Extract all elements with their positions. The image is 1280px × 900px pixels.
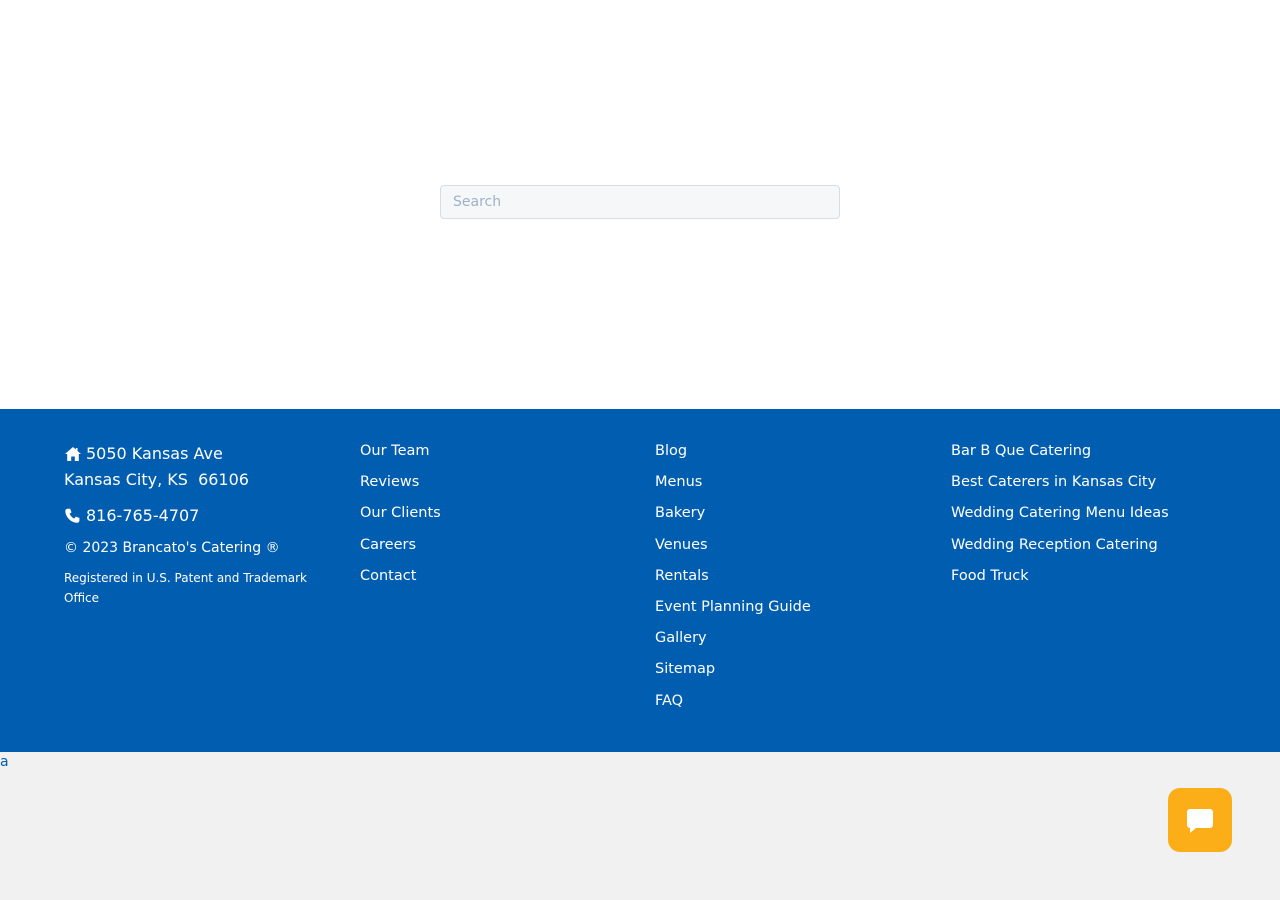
footer-link-item: Venues (655, 535, 915, 566)
address-line-2: Kansas City, KS 66106 (64, 467, 324, 493)
footer-link-item: Gallery (655, 628, 915, 659)
footer-link-menus[interactable]: Menus (655, 474, 702, 490)
footer-services-column: Bar B Que Catering Best Caterers in Kansa… (951, 441, 1251, 597)
footer-link-item: Food Truck (951, 566, 1251, 597)
footer-link-reviews[interactable]: Reviews (360, 474, 419, 490)
footer-link-item: Wedding Catering Menu Ideas (951, 503, 1251, 534)
footer-link-wedding-reception-catering[interactable]: Wedding Reception Catering (951, 537, 1158, 553)
resource-links: Blog Menus Bakery Venues Rentals Event Planni… (655, 441, 915, 722)
address-street: 5050 Kansas Ave (86, 444, 223, 463)
footer-link-event-planning-guide[interactable]: Event Planning Guide (655, 599, 811, 615)
phone-number[interactable]: 816-765-4707 (86, 504, 199, 528)
footer-link-contact[interactable]: Contact (360, 568, 416, 584)
copyright-text: © 2023 Brancato's Catering ® (64, 540, 280, 556)
footer-link-item: Reviews (360, 472, 620, 503)
footer-link-bar-b-que-catering[interactable]: Bar B Que Catering (951, 443, 1091, 459)
footer-link-best-caterers-in-kansas-city[interactable]: Best Caterers in Kansas City (951, 474, 1156, 490)
trademark-text: Registered in U.S. Patent and Trademark … (64, 571, 307, 605)
phone-icon (64, 508, 82, 524)
footer-link-item: Bar B Que Catering (951, 441, 1251, 472)
address-city: Kansas City, KS 66106 (64, 470, 249, 489)
footer-link-item: Our Team (360, 441, 620, 472)
footer-link-item: Bakery (655, 503, 915, 534)
footer-link-food-truck[interactable]: Food Truck (951, 568, 1029, 584)
footer-resources-column: Blog Menus Bakery Venues Rentals Event Planni… (655, 441, 915, 722)
stray-link[interactable]: a (0, 754, 9, 770)
footer-link-careers[interactable]: Careers (360, 537, 416, 553)
footer-link-item: Best Caterers in Kansas City (951, 472, 1251, 503)
footer-link-item: Rentals (655, 566, 915, 597)
footer-link-item: Menus (655, 472, 915, 503)
home-icon (64, 446, 82, 462)
address-line-1: 5050 Kansas Ave (64, 441, 324, 467)
company-links: Our Team Reviews Our Clients Careers Contact (360, 441, 620, 597)
footer-link-item: Blog (655, 441, 915, 472)
search-input[interactable] (440, 185, 840, 219)
footer-link-item: Our Clients (360, 503, 620, 534)
footer-link-item: FAQ (655, 691, 915, 722)
chat-button[interactable] (1168, 788, 1232, 852)
footer-link-our-team[interactable]: Our Team (360, 443, 430, 459)
footer-link-item: Sitemap (655, 659, 915, 690)
footer-link-item: Contact (360, 566, 620, 597)
footer-link-our-clients[interactable]: Our Clients (360, 505, 441, 521)
footer-link-item: Wedding Reception Catering (951, 535, 1251, 566)
footer-contact-column: 5050 Kansas Ave Kansas City, KS 66106 81… (64, 441, 324, 608)
footer-link-venues[interactable]: Venues (655, 537, 708, 553)
chat-bubble-icon (1185, 805, 1215, 835)
footer-link-bakery[interactable]: Bakery (655, 505, 705, 521)
footer-link-gallery[interactable]: Gallery (655, 630, 707, 646)
footer-link-item: Careers (360, 535, 620, 566)
footer-link-blog[interactable]: Blog (655, 443, 687, 459)
footer-link-sitemap[interactable]: Sitemap (655, 661, 715, 677)
footer-link-item: Event Planning Guide (655, 597, 915, 628)
phone-line[interactable]: 816-765-4707 (64, 504, 324, 528)
footer-link-rentals[interactable]: Rentals (655, 568, 709, 584)
site-footer: 5050 Kansas Ave Kansas City, KS 66106 81… (0, 409, 1280, 752)
service-links: Bar B Que Catering Best Caterers in Kansa… (951, 441, 1251, 597)
main-content-area (0, 0, 1280, 409)
footer-link-wedding-catering-menu-ideas[interactable]: Wedding Catering Menu Ideas (951, 505, 1169, 521)
footer-link-faq[interactable]: FAQ (655, 693, 683, 709)
footer-company-column: Our Team Reviews Our Clients Careers Contact (360, 441, 620, 597)
